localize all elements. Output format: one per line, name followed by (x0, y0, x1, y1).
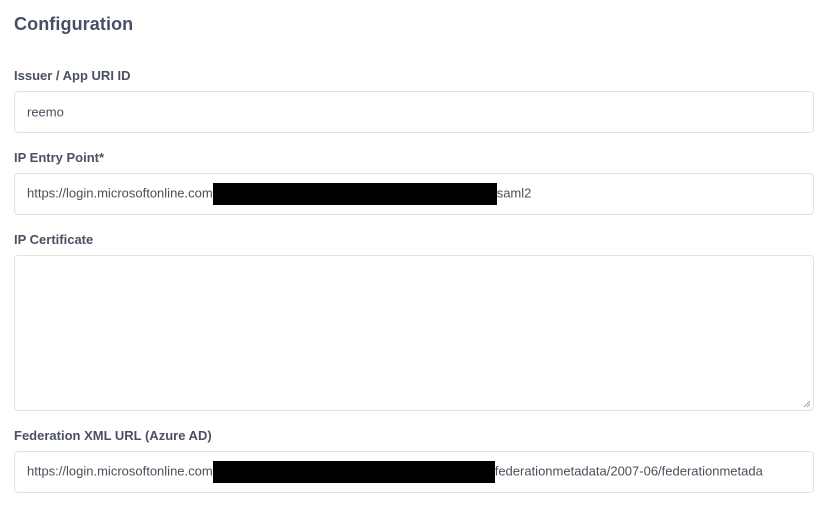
federation-label: Federation XML URL (Azure AD) (14, 428, 212, 443)
federation-input[interactable]: https://login.microsoftonline.com federat… (14, 451, 814, 493)
entry-point-value: https://login.microsoftonline.com saml2 (27, 183, 531, 205)
configuration-panel: Configuration Issuer / App URI ID reemo … (0, 0, 825, 509)
redaction-block (212, 183, 497, 205)
issuer-label: Issuer / App URI ID (14, 68, 131, 83)
entry-point-label: IP Entry Point* (14, 150, 105, 165)
entry-point-value-suffix: saml2 (496, 185, 532, 201)
redaction-block (212, 461, 495, 483)
issuer-input[interactable]: reemo (14, 91, 814, 133)
federation-value-prefix: https://login.microsoftonline.com (27, 463, 213, 479)
federation-value: https://login.microsoftonline.com federat… (27, 461, 763, 483)
certificate-label: IP Certificate (14, 232, 94, 247)
entry-point-input[interactable]: https://login.microsoftonline.com saml2 (14, 173, 814, 215)
section-title: Configuration (14, 14, 134, 34)
entry-point-value-prefix: https://login.microsoftonline.com (27, 185, 213, 201)
certificate-textarea[interactable] (14, 255, 814, 411)
federation-value-suffix: federationmetadata/2007-06/federationmet… (494, 463, 763, 479)
resize-grip-icon[interactable] (803, 400, 811, 408)
issuer-value: reemo (27, 104, 64, 120)
